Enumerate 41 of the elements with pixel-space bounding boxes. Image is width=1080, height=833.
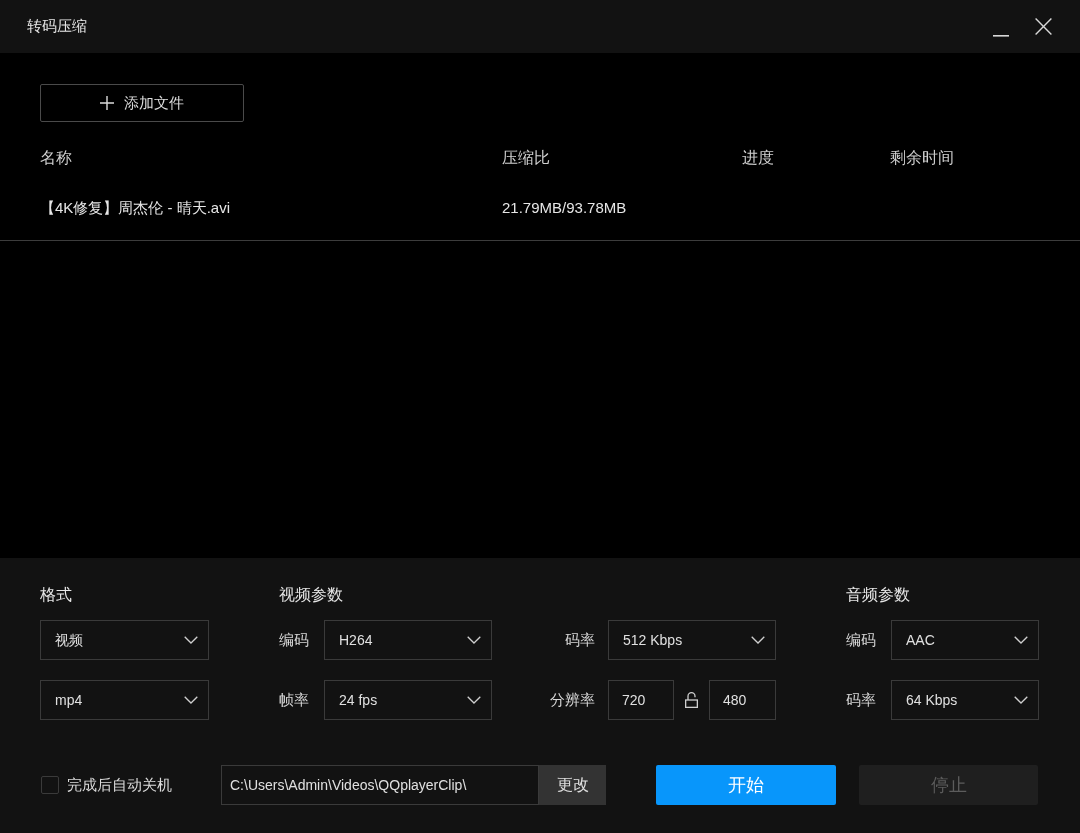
chevron-down-icon (751, 636, 765, 644)
chevron-down-icon (184, 636, 198, 644)
field-label: 帧率 (279, 689, 310, 710)
minimize-icon (993, 34, 1009, 37)
shutdown-label[interactable]: 完成后自动关机 (67, 773, 172, 797)
column-header: 剩余时间 (890, 149, 954, 166)
frame-rate-dropdown[interactable]: 24 fps (324, 680, 492, 720)
change-button[interactable]: 更改 (539, 765, 606, 805)
add-file-button[interactable]: 添加文件 (40, 84, 244, 122)
plus-icon (100, 96, 114, 110)
padlock-icon[interactable] (685, 692, 698, 708)
section-heading: 视频参数 (279, 585, 344, 605)
audio-codec-dropdown[interactable]: AAC (891, 620, 1039, 660)
container-dropdown[interactable]: mp4 (40, 680, 209, 720)
chevron-down-icon (1014, 696, 1028, 704)
field-label: 码率 (565, 629, 596, 650)
chevron-down-icon (184, 696, 198, 704)
table-cell: 21.79MB/93.78MB (502, 199, 627, 216)
chevron-down-icon (467, 636, 481, 644)
video-codec-dropdown[interactable]: H264 (324, 620, 492, 660)
shutdown-checkbox[interactable] (41, 776, 59, 794)
section-heading: 格式 (40, 585, 73, 605)
chevron-down-icon (467, 696, 481, 704)
field-label: 编码 (846, 629, 877, 650)
table-cell: 【4K修复】周杰伦 - 晴天.avi (40, 199, 231, 216)
column-header: 压缩比 (502, 149, 550, 166)
column-header: 进度 (742, 149, 774, 166)
chevron-down-icon (1014, 636, 1028, 644)
field-label: 码率 (846, 689, 877, 710)
width-input[interactable]: 720 (608, 680, 674, 720)
close-icon (1034, 18, 1052, 35)
format-dropdown[interactable]: 视频 (40, 620, 209, 660)
video-bitrate-dropdown[interactable]: 512 Kbps (608, 620, 776, 660)
output-path-field[interactable]: C:\Users\Admin\Videos\QQplayerClip\ (221, 765, 539, 805)
window-title: 转码压缩 (27, 16, 87, 37)
field-label: 编码 (279, 629, 310, 650)
height-input[interactable]: 480 (709, 680, 776, 720)
column-header: 名称 (40, 149, 72, 166)
section-heading: 音频参数 (846, 585, 911, 605)
field-label: 分辨率 (550, 689, 596, 710)
audio-bitrate-dropdown[interactable]: 64 Kbps (891, 680, 1039, 720)
